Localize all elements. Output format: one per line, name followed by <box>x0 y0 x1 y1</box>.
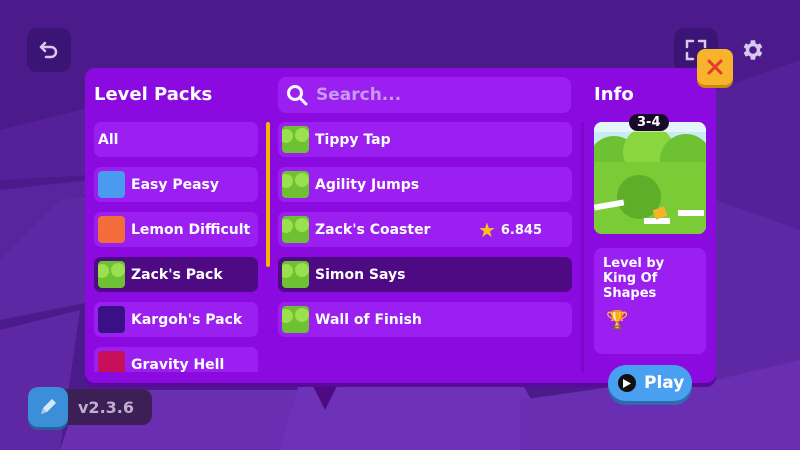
pack-thumbnail <box>98 171 125 198</box>
pack-thumbnail <box>98 351 125 372</box>
version-label: v2.3.6 <box>62 389 152 425</box>
level-label: Agility Jumps <box>315 176 420 193</box>
search-input[interactable] <box>316 85 556 105</box>
packs-scrollbar[interactable] <box>266 122 270 267</box>
star-icon: ★ <box>477 218 496 242</box>
level-preview-image <box>594 122 706 234</box>
search-bar[interactable] <box>278 77 571 113</box>
level-select-panel: Level Packs Info All Easy Peasy Lemon Di… <box>85 68 716 383</box>
level-packs-list: All Easy Peasy Lemon Difficult Zack's Pa… <box>94 122 258 372</box>
pack-thumbnail <box>98 261 125 288</box>
pack-label: Easy Peasy <box>131 176 220 193</box>
play-icon <box>618 374 636 392</box>
pack-item-all[interactable]: All <box>94 122 258 157</box>
level-item-simon-says[interactable]: Simon Says <box>278 257 572 292</box>
footer-version: v2.3.6 <box>28 387 152 427</box>
back-button[interactable] <box>27 28 71 72</box>
play-label: Play <box>644 373 685 393</box>
pack-label: Zack's Pack <box>131 266 223 283</box>
rating-value: 6.845 <box>500 222 542 238</box>
level-packs-title: Level Packs <box>94 84 213 105</box>
level-label: Simon Says <box>315 266 406 283</box>
search-icon <box>287 85 308 106</box>
trophy-icon: 🏆 <box>606 310 629 331</box>
pack-item-zacks-pack[interactable]: Zack's Pack <box>94 257 258 292</box>
play-button[interactable]: Play <box>608 365 692 401</box>
pack-item-gravity-hell[interactable]: Gravity Hell <box>94 347 258 372</box>
level-label: Zack's Coaster <box>315 221 431 238</box>
pack-label: Gravity Hell <box>131 356 225 373</box>
column-divider <box>581 122 584 372</box>
gear-icon <box>743 40 763 60</box>
pack-label: Lemon Difficult <box>131 221 251 238</box>
settings-button[interactable] <box>730 28 774 72</box>
pack-label: Kargoh's Pack <box>131 311 243 328</box>
level-thumbnail <box>282 261 309 288</box>
level-thumbnail <box>282 171 309 198</box>
level-rating: ★ 6.845 <box>478 220 542 240</box>
close-button[interactable] <box>697 49 733 85</box>
level-item-agility-jumps[interactable]: Agility Jumps <box>278 167 572 202</box>
level-item-wall-of-finish[interactable]: Wall of Finish <box>278 302 572 337</box>
level-author: Level by King Of Shapes <box>603 256 665 301</box>
pack-label: All <box>98 131 119 148</box>
levels-list: Tippy Tap Agility Jumps Zack's Coaster ★… <box>278 122 572 372</box>
close-icon <box>707 59 723 75</box>
editor-button[interactable] <box>28 387 68 427</box>
pack-item-kargohs-pack[interactable]: Kargoh's Pack <box>94 302 258 337</box>
level-info-box: Level by King Of Shapes 🏆 <box>594 248 706 354</box>
level-item-tippy-tap[interactable]: Tippy Tap <box>278 122 572 157</box>
level-item-zacks-coaster[interactable]: Zack's Coaster ★ 6.845 <box>278 212 572 247</box>
level-thumbnail <box>282 306 309 333</box>
pack-item-lemon-difficult[interactable]: Lemon Difficult <box>94 212 258 247</box>
pack-thumbnail <box>98 216 125 243</box>
pack-item-easy-peasy[interactable]: Easy Peasy <box>94 167 258 202</box>
info-title: Info <box>594 84 634 105</box>
pack-thumbnail <box>98 306 125 333</box>
level-thumbnail <box>282 216 309 243</box>
level-label: Tippy Tap <box>315 131 391 148</box>
level-code-badge: 3-4 <box>629 114 669 131</box>
undo-arrow-icon <box>39 41 58 59</box>
level-thumbnail <box>282 126 309 153</box>
pencil-icon <box>41 399 56 414</box>
level-label: Wall of Finish <box>315 311 422 328</box>
